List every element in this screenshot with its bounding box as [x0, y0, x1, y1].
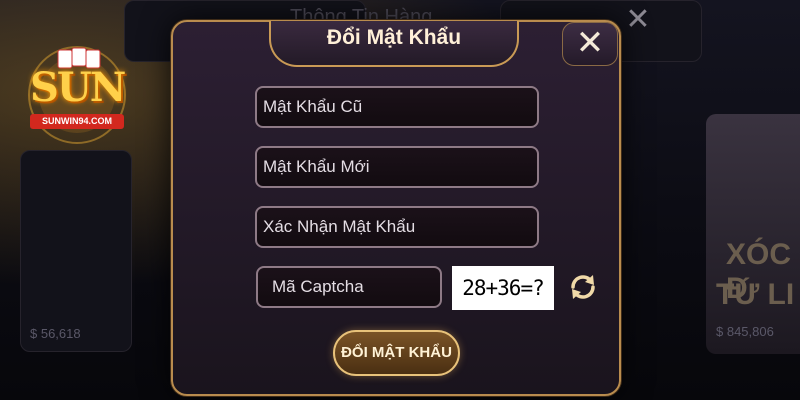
change-password-submit-button[interactable]: ĐỔI MẬT KHẨU	[333, 330, 460, 376]
refresh-icon	[571, 275, 595, 299]
side-game-banner	[706, 114, 800, 354]
lobby-game-card	[20, 150, 132, 352]
confirm-password-field[interactable]: Xác Nhận Mật Khẩu	[255, 206, 539, 248]
logo-ribbon: SUNWIN94.COM	[30, 114, 124, 129]
new-password-field[interactable]: Mật Khẩu Mới	[255, 146, 539, 188]
logo-wordmark: SUN	[30, 64, 126, 111]
captcha-input[interactable]: Mã Captcha	[256, 266, 442, 308]
captcha-image: 28+36=?	[452, 266, 554, 310]
jackpot-left: $ 56,618	[30, 326, 81, 341]
refresh-captcha-button[interactable]	[566, 270, 600, 304]
old-password-field[interactable]: Mật Khẩu Cũ	[255, 86, 539, 128]
side-game-title-line2: TỨ LI	[716, 278, 795, 311]
close-button[interactable]: ✕	[562, 22, 618, 66]
close-icon: ✕	[575, 24, 605, 62]
jackpot-right: $ 845,806	[716, 324, 774, 339]
lobby-close-icon: ✕	[625, 3, 651, 36]
dialog-title: Đổi Mật Khẩu	[326, 26, 462, 49]
